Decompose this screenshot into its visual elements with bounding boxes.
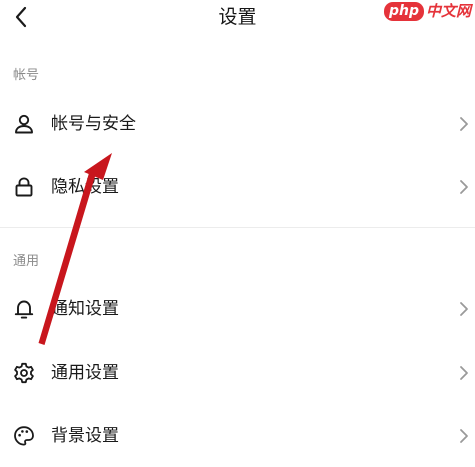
section-divider <box>0 227 475 228</box>
watermark-text: 中文网 <box>425 2 471 20</box>
settings-item-notifications[interactable]: 通知设置 <box>0 284 475 334</box>
chevron-right-icon <box>460 429 468 443</box>
settings-item-label: 隐私设置 <box>51 177 119 197</box>
site-watermark: php 中文网 <box>383 0 471 22</box>
settings-item-general[interactable]: 通用设置 <box>0 348 475 398</box>
chevron-right-icon <box>460 302 468 316</box>
settings-item-label: 背景设置 <box>51 426 119 446</box>
settings-item-account-security[interactable]: 帐号与安全 <box>0 99 475 149</box>
chevron-right-icon <box>460 366 468 380</box>
settings-item-label: 通知设置 <box>51 299 119 319</box>
section-label-account: 帐号 <box>13 68 40 83</box>
settings-item-label: 通用设置 <box>51 363 119 383</box>
settings-item-privacy[interactable]: 隐私设置 <box>0 162 475 212</box>
gear-icon <box>14 362 34 384</box>
section-label-general: 通用 <box>13 254 40 269</box>
watermark-logo: php <box>383 1 424 21</box>
settings-item-label: 帐号与安全 <box>51 114 136 134</box>
palette-icon <box>14 426 34 446</box>
chevron-right-icon <box>460 117 468 131</box>
top-bar: 设置 php 中文网 <box>0 0 475 36</box>
bell-icon <box>14 300 34 319</box>
lock-icon <box>15 177 33 197</box>
chevron-right-icon <box>460 180 468 194</box>
user-icon <box>15 114 33 134</box>
settings-item-background[interactable]: 背景设置 <box>0 411 475 461</box>
